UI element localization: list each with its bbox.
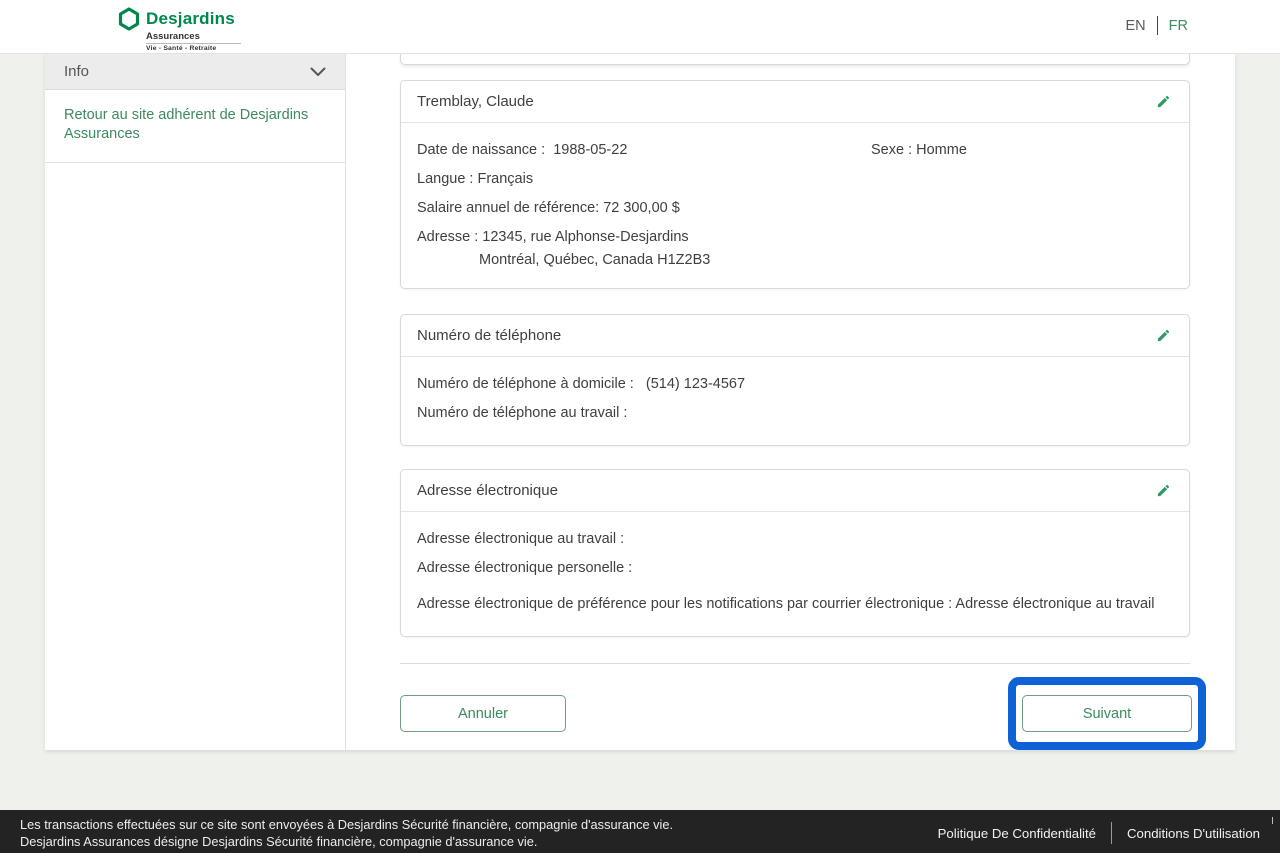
address-line1-text: Adresse : 12345, rue Alphonse-Desjardins bbox=[417, 223, 1173, 252]
sidebar: Info Retour au site adhérent de Desjardi… bbox=[45, 54, 346, 750]
work-email-text: Adresse électronique au travail : bbox=[417, 525, 1173, 554]
language-text: Langue : Français bbox=[417, 165, 1173, 194]
actions-row: Annuler Suivant bbox=[400, 677, 1190, 750]
sidebar-item-info[interactable]: Info bbox=[45, 54, 345, 90]
main-panel: Info Retour au site adhérent de Desjardi… bbox=[45, 54, 1235, 750]
sidebar-back-row: Retour au site adhérent de Desjardins As… bbox=[45, 90, 345, 163]
lang-en-button[interactable]: EN bbox=[1126, 18, 1146, 34]
home-phone-text: Numéro de téléphone à domicile : (514) 1… bbox=[417, 370, 1173, 399]
email-card: Adresse électronique Adresse électroniqu… bbox=[400, 469, 1190, 637]
next-button[interactable]: Suivant bbox=[1022, 695, 1192, 732]
work-phone-text: Numéro de téléphone au travail : bbox=[417, 399, 1173, 428]
sex-text: Sexe : Homme bbox=[871, 136, 1173, 165]
phone-card-title: Numéro de téléphone bbox=[417, 327, 561, 344]
logo-subtitle: Assurances bbox=[146, 31, 241, 44]
salary-text: Salaire annuel de référence: 72 300,00 $ bbox=[417, 194, 1173, 223]
pencil-icon bbox=[1156, 483, 1171, 498]
footer-separator-partial bbox=[1272, 817, 1273, 824]
actions-divider bbox=[400, 663, 1190, 664]
edit-email-button[interactable] bbox=[1153, 481, 1173, 501]
footer-line1: Les transactions effectuées sur ce site … bbox=[20, 817, 673, 834]
phone-card: Numéro de téléphone Numéro de téléphone … bbox=[400, 314, 1190, 446]
lang-fr-button[interactable]: FR bbox=[1169, 18, 1188, 34]
footer-legal-text: Les transactions effectuées sur ce site … bbox=[20, 817, 673, 853]
content-area: Tremblay, Claude Date de naissance : 198… bbox=[346, 54, 1235, 750]
partial-card-above bbox=[400, 54, 1190, 65]
privacy-policy-link[interactable]: Politique De Confidentialité bbox=[938, 826, 1096, 841]
pencil-icon bbox=[1156, 94, 1171, 109]
personal-email-text: Adresse électronique personelle : bbox=[417, 554, 1173, 583]
footer-line2: Desjardins Assurances désigne Desjardins… bbox=[20, 834, 673, 851]
address-line2-text: Montréal, Québec, Canada H1Z2B3 bbox=[417, 249, 1173, 271]
page-footer: Les transactions effectuées sur ce site … bbox=[0, 810, 1280, 853]
desjardins-logo[interactable]: Desjardins Assurances Vie - Santé - Retr… bbox=[118, 7, 241, 52]
person-card-title: Tremblay, Claude bbox=[417, 93, 534, 110]
footer-links-separator bbox=[1111, 822, 1112, 844]
logo-tagline: Vie - Santé - Retraite bbox=[146, 45, 241, 52]
cancel-button[interactable]: Annuler bbox=[400, 695, 566, 732]
hexagon-logo-icon bbox=[118, 7, 140, 31]
pencil-icon bbox=[1156, 328, 1171, 343]
edit-person-button[interactable] bbox=[1153, 92, 1173, 112]
logo-brand-text: Desjardins bbox=[146, 9, 235, 29]
app-header: Desjardins Assurances Vie - Santé - Retr… bbox=[0, 0, 1280, 54]
footer-links: Politique De Confidentialité Conditions … bbox=[938, 821, 1260, 845]
back-to-member-site-link[interactable]: Retour au site adhérent de Desjardins As… bbox=[64, 107, 308, 142]
terms-of-use-link[interactable]: Conditions D'utilisation bbox=[1127, 826, 1260, 841]
edit-phone-button[interactable] bbox=[1153, 326, 1173, 346]
birth-date-text: Date de naissance : 1988-05-22 bbox=[417, 136, 871, 165]
chevron-down-icon bbox=[310, 67, 326, 77]
sidebar-info-label: Info bbox=[64, 63, 89, 80]
suivant-highlight-annotation: Suivant bbox=[1008, 677, 1206, 750]
email-card-title: Adresse électronique bbox=[417, 482, 558, 499]
language-toggle: EN FR bbox=[1126, 16, 1189, 35]
email-preference-text: Adresse électronique de préférence pour … bbox=[417, 590, 1173, 619]
lang-separator bbox=[1157, 16, 1158, 35]
person-info-card: Tremblay, Claude Date de naissance : 198… bbox=[400, 80, 1190, 289]
